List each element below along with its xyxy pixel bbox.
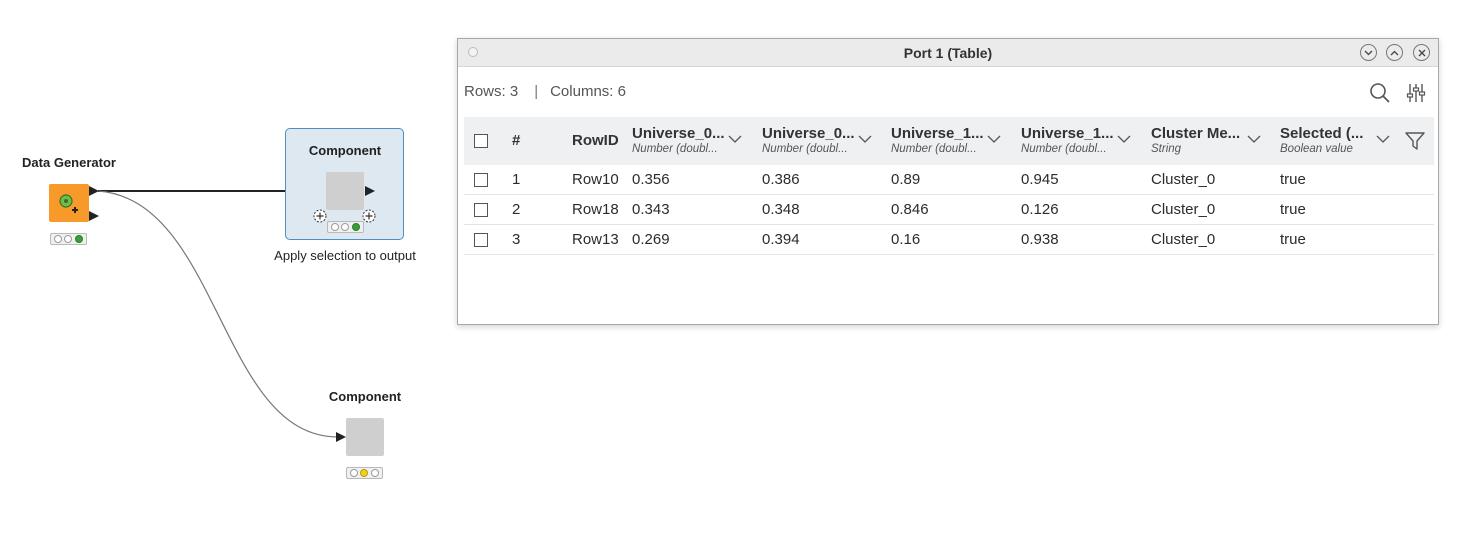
status-light-green-on (74, 235, 83, 243)
column-type: Number (doubl... (891, 143, 977, 155)
window-title: Port 1 (Table) (903, 45, 993, 61)
row-index: 1 (512, 171, 521, 188)
status-light-red-off (54, 235, 63, 243)
status-light-red-off (350, 469, 359, 477)
table-cell: true (1280, 171, 1306, 188)
table-cell: 0.846 (891, 201, 929, 218)
table-cell: 0.938 (1021, 231, 1059, 248)
table-cell: Cluster_0 (1151, 231, 1216, 248)
port-table-window: Port 1 (Table) Rows: 3 | Columns: 6 # RowI… (457, 38, 1439, 325)
table-cell: true (1280, 201, 1306, 218)
data-generator-output-port-2[interactable] (89, 211, 99, 221)
column-name: Cluster Me... (1151, 125, 1241, 142)
index-header: # (512, 132, 521, 149)
status-light-yellow-off (341, 223, 350, 231)
column-name: Universe_1... (1021, 125, 1114, 142)
column-type: Boolean value (1280, 143, 1353, 155)
chevron-down-icon[interactable] (1117, 135, 1131, 143)
chevron-down-icon[interactable] (1247, 135, 1261, 143)
column-header-universe-0-1[interactable]: Universe_0... Number (doubl... (762, 117, 886, 165)
chevron-down-icon[interactable] (987, 135, 1001, 143)
rows-count: Rows: 3 (464, 83, 519, 100)
row-id: Row10 (572, 171, 619, 188)
table-cell: true (1280, 231, 1306, 248)
component-top-label[interactable]: Apply selection to output (274, 248, 416, 263)
column-header-cluster-membership[interactable]: Cluster Me... String (1151, 117, 1275, 165)
status-light-yellow-on (360, 469, 369, 477)
row-id: Row13 (572, 231, 619, 248)
column-type: Number (doubl... (1021, 143, 1107, 155)
table-cell: 0.386 (762, 171, 800, 188)
table-cell: 0.348 (762, 201, 800, 218)
close-icon[interactable] (1413, 44, 1430, 61)
table-cell: Cluster_0 (1151, 201, 1216, 218)
row-index: 2 (512, 201, 521, 218)
row-index: 3 (512, 231, 521, 248)
table-statusbar: Rows: 3 | Columns: 6 (464, 83, 626, 100)
table-cell: 0.343 (632, 201, 670, 218)
row-checkbox[interactable] (474, 203, 488, 217)
chevron-down-icon[interactable] (858, 135, 872, 143)
window-titlebar[interactable]: Port 1 (Table) (458, 39, 1438, 67)
component-top-node[interactable] (326, 172, 364, 210)
component-top-title: Component (308, 143, 382, 158)
column-type: Number (doubl... (632, 143, 718, 155)
column-header-universe-0-0[interactable]: Universe_0... Number (doubl... (632, 117, 756, 165)
minimize-icon[interactable] (1360, 44, 1377, 61)
chevron-down-icon[interactable] (1376, 135, 1390, 143)
table-cell: 0.16 (891, 231, 921, 248)
column-header-selected[interactable]: Selected (... Boolean value (1280, 117, 1404, 165)
filter-icon[interactable] (1404, 130, 1426, 152)
table-cell: 0.356 (632, 171, 670, 188)
column-name: Universe_0... (632, 125, 725, 142)
row-checkbox[interactable] (474, 173, 488, 187)
data-generator-title: Data Generator (22, 155, 116, 170)
column-name: Universe_0... (762, 125, 855, 142)
table-row[interactable]: 3 Row13 0.269 0.394 0.16 0.938 Cluster_0… (464, 225, 1434, 255)
table-cell: 0.269 (632, 231, 670, 248)
component-bottom-node[interactable] (346, 418, 384, 456)
data-generator-output-port-1[interactable] (89, 186, 99, 196)
chevron-down-icon[interactable] (728, 135, 742, 143)
add-output-port-icon[interactable] (362, 209, 376, 223)
data-generator-icon (59, 194, 78, 213)
table-header: # RowID Universe_0... Number (doubl... U… (464, 117, 1434, 165)
column-type: Number (doubl... (762, 143, 848, 155)
column-name: Selected (... (1280, 125, 1364, 142)
table-cell: 0.945 (1021, 171, 1059, 188)
status-light-green-off (370, 469, 379, 477)
column-name: Universe_1... (891, 125, 984, 142)
status-light-red-off (331, 223, 340, 231)
status-light-yellow-off (64, 235, 73, 243)
search-icon[interactable] (1369, 82, 1391, 104)
rowid-header[interactable]: RowID (572, 132, 619, 149)
maximize-icon[interactable] (1386, 44, 1403, 61)
select-all-checkbox[interactable] (474, 134, 488, 148)
add-input-port-icon[interactable] (313, 209, 327, 223)
column-header-universe-1-1[interactable]: Universe_1... Number (doubl... (1021, 117, 1145, 165)
component-top-status-light (327, 221, 364, 233)
table-cell: 0.394 (762, 231, 800, 248)
table-row[interactable]: 2 Row18 0.343 0.348 0.846 0.126 Cluster_… (464, 195, 1434, 225)
table-cell: Cluster_0 (1151, 171, 1216, 188)
connection-arrow (336, 432, 346, 442)
table-cell: 0.126 (1021, 201, 1059, 218)
data-generator-node[interactable] (49, 184, 89, 222)
data-generator-status-light (50, 233, 87, 245)
row-id: Row18 (572, 201, 619, 218)
column-type: String (1151, 143, 1182, 155)
table-row[interactable]: 1 Row10 0.356 0.386 0.89 0.945 Cluster_0… (464, 165, 1434, 195)
column-header-universe-1-0[interactable]: Universe_1... Number (doubl... (891, 117, 1015, 165)
status-separator: | (534, 83, 539, 100)
table-cell: 0.89 (891, 171, 921, 188)
component-bottom-title: Component (328, 389, 402, 404)
component-bottom-status-light (346, 467, 383, 479)
settings-sliders-icon[interactable] (1405, 82, 1427, 104)
component-top-output-port[interactable] (365, 186, 375, 196)
columns-count: Columns: 6 (550, 83, 626, 100)
status-light-green-on (351, 223, 360, 231)
row-checkbox[interactable] (474, 233, 488, 247)
